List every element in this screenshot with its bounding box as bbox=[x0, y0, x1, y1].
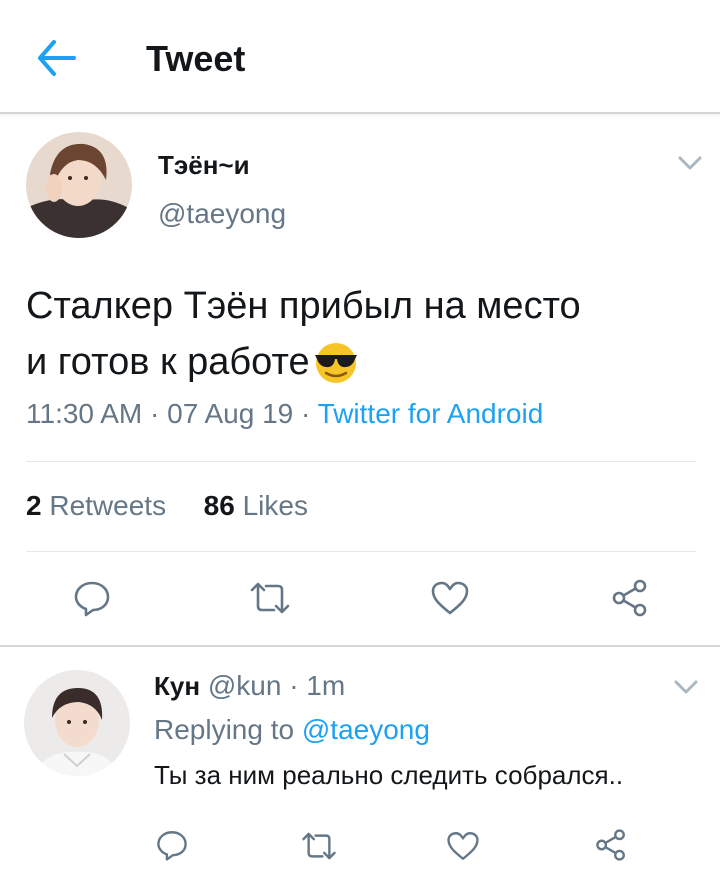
reply-header: Кун @kun · 1m bbox=[154, 670, 345, 702]
retweets-stat[interactable]: 2 Retweets bbox=[26, 490, 166, 521]
meta-separator: · bbox=[150, 398, 160, 429]
replying-to-handle[interactable]: @taeyong bbox=[302, 714, 430, 745]
tweet-text: Сталкер Тэён прибыл на место и готов к р… bbox=[26, 278, 706, 400]
divider bbox=[26, 551, 696, 552]
tweet-text-line-1: Сталкер Тэён прибыл на место bbox=[26, 285, 581, 327]
chevron-down-icon[interactable] bbox=[672, 678, 700, 696]
tweet-meta: 11:30 AM · 07 Aug 19 · Twitter for Andro… bbox=[26, 398, 543, 430]
heart-icon[interactable] bbox=[446, 830, 480, 867]
share-icon[interactable] bbox=[594, 828, 628, 867]
chevron-down-icon[interactable] bbox=[676, 154, 704, 172]
divider bbox=[26, 461, 696, 462]
tweet-stats: 2 Retweets 86 Likes bbox=[26, 490, 308, 522]
retweets-label: Retweets bbox=[49, 490, 167, 521]
sunglasses-emoji-icon bbox=[312, 342, 360, 400]
replying-to-label: Replying to bbox=[154, 714, 295, 745]
reply-text: Ты за ним реально следить собрался.. bbox=[154, 760, 624, 790]
share-icon[interactable] bbox=[610, 578, 650, 623]
reply-time: 1m bbox=[306, 670, 346, 701]
tweet-time: 11:30 AM bbox=[26, 398, 143, 429]
author-name[interactable]: Тэён~и bbox=[158, 150, 250, 181]
tweet-source-link[interactable]: Twitter for Android bbox=[318, 398, 544, 429]
likes-label: Likes bbox=[242, 490, 308, 521]
divider bbox=[0, 645, 720, 647]
reply-icon[interactable] bbox=[155, 828, 189, 867]
meta-separator: · bbox=[289, 670, 299, 701]
reply-author-handle[interactable]: @kun bbox=[208, 670, 282, 701]
replying-to: Replying to @taeyong bbox=[154, 714, 430, 746]
back-arrow-icon[interactable] bbox=[34, 38, 78, 78]
retweets-count: 2 bbox=[26, 490, 42, 521]
retweet-icon[interactable] bbox=[300, 830, 338, 867]
tweet-date: 07 Aug 19 bbox=[167, 398, 294, 429]
author-handle[interactable]: @taeyong bbox=[158, 198, 286, 230]
page-title: Tweet bbox=[146, 38, 246, 79]
avatar[interactable] bbox=[26, 132, 132, 238]
retweet-icon[interactable] bbox=[248, 580, 292, 621]
likes-count: 86 bbox=[203, 490, 235, 521]
reply-author-name[interactable]: Кун bbox=[154, 671, 200, 701]
reply-icon[interactable] bbox=[72, 578, 112, 623]
heart-icon[interactable] bbox=[430, 580, 470, 621]
meta-separator: · bbox=[301, 398, 311, 429]
app-header: Tweet bbox=[0, 0, 720, 114]
avatar[interactable] bbox=[24, 670, 130, 776]
likes-stat[interactable]: 86 Likes bbox=[204, 490, 308, 521]
tweet-text-line-2: и готов к работе bbox=[26, 341, 310, 383]
